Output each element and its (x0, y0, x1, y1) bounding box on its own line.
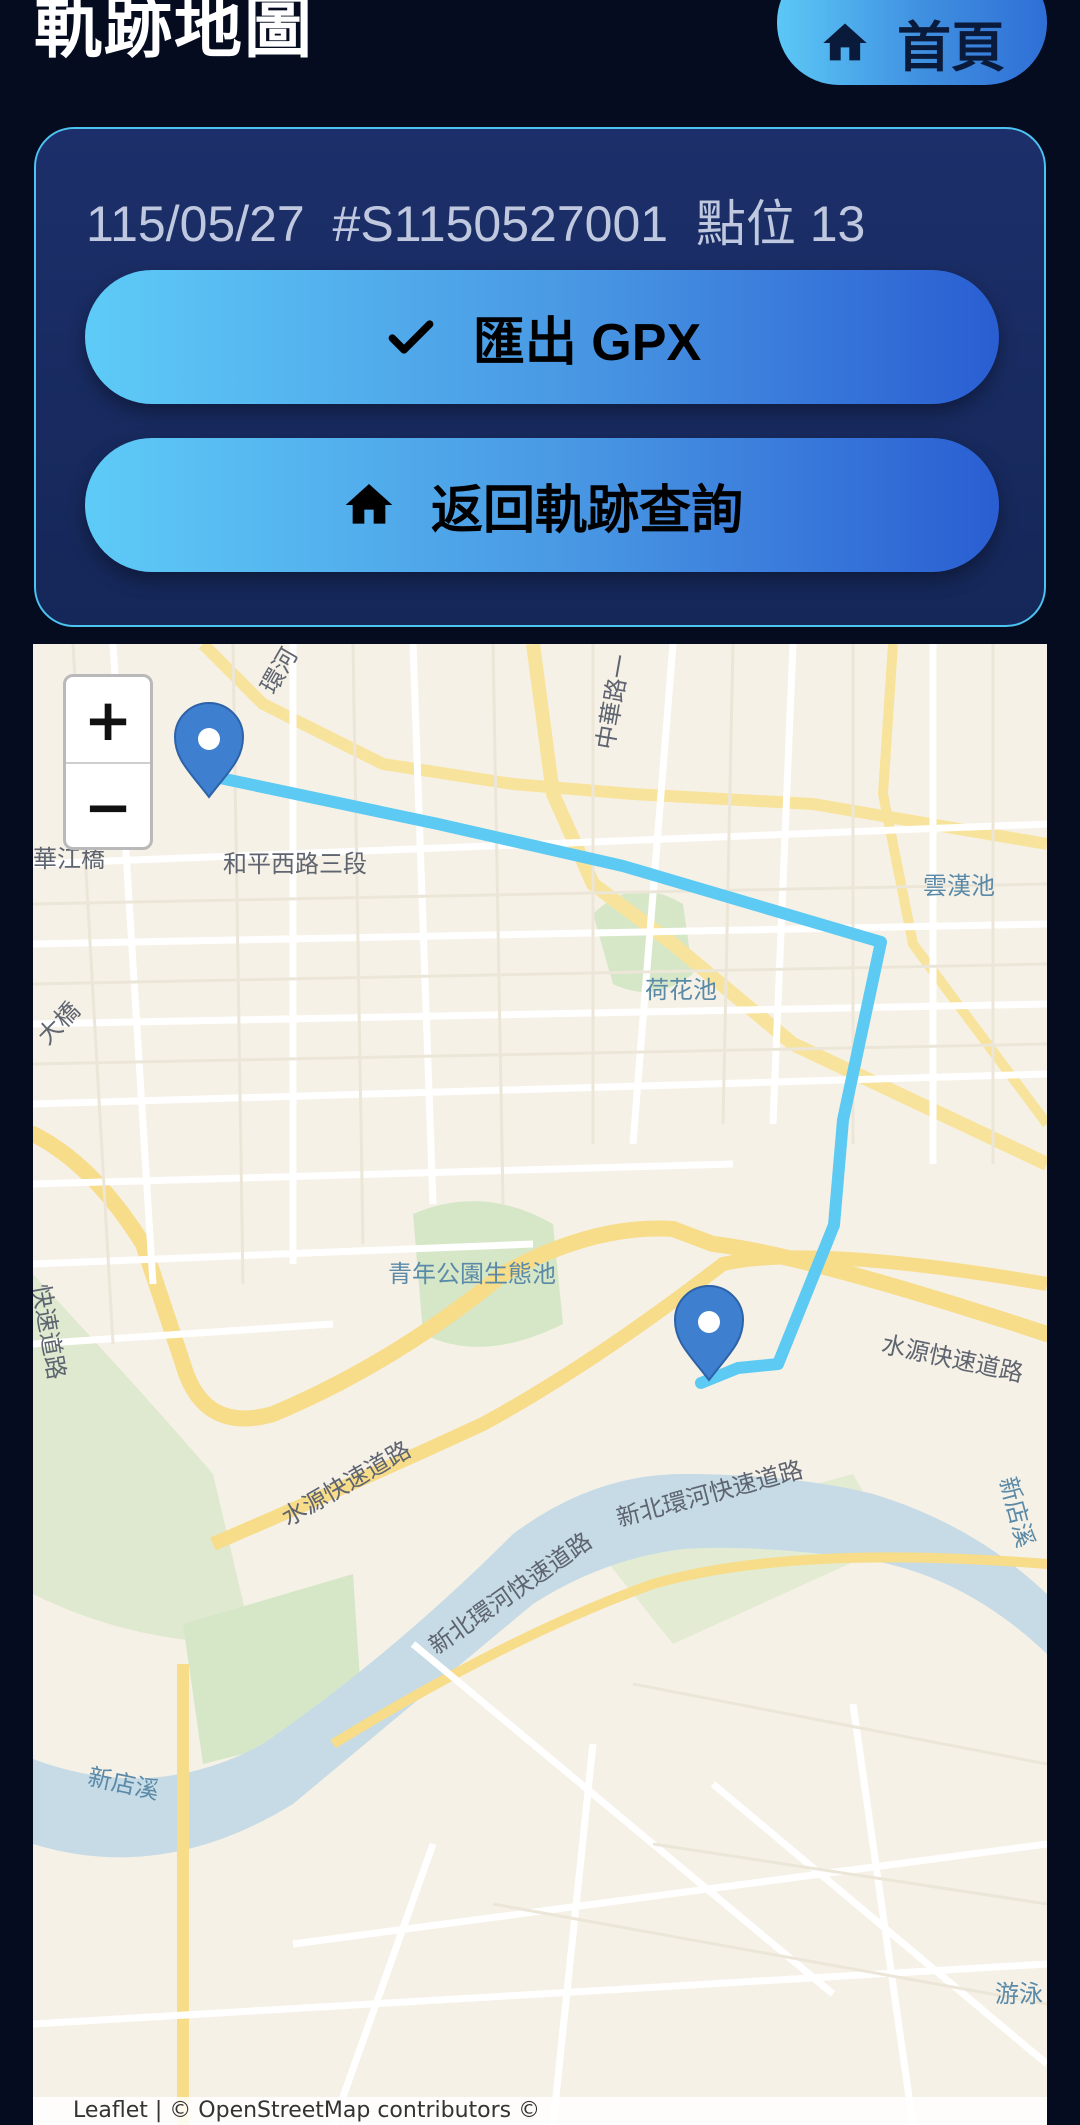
map-tiles (33, 644, 1047, 2125)
zoom-out-button[interactable]: − (66, 764, 150, 847)
page-title: 軌跡地圖 (34, 0, 315, 68)
check-icon (388, 320, 434, 354)
home-icon (823, 23, 867, 60)
map-label: 雲漢池 (923, 872, 995, 900)
header: 軌跡地圖 首頁 (0, 0, 1080, 100)
home-icon (345, 484, 393, 524)
home-button[interactable]: 首頁 (777, 0, 1047, 85)
back-label: 返回軌跡查詢 (430, 481, 743, 540)
back-to-track-query-button[interactable]: 返回軌跡查詢 (85, 438, 999, 572)
export-gpx-label: 匯出 GPX (472, 313, 702, 372)
map-view[interactable]: 環河 中華路一 和平西路三段 華江橋 雲漢池 荷花池 大橋 青年公園生態池 水源… (33, 644, 1047, 2125)
track-id: #S1150527001 (332, 196, 669, 252)
map-attribution: Leaflet | © OpenStreetMap contributors © (33, 2097, 1047, 2125)
point-count: 點位 13 (695, 196, 866, 252)
track-date: 115/05/27 (86, 196, 305, 252)
zoom-control: + − (63, 674, 153, 850)
zoom-in-button[interactable]: + (66, 677, 150, 764)
track-summary: 115/05/27 #S1150527001 點位 13 (86, 184, 865, 256)
map-label: 青年公園生態池 (388, 1260, 556, 1288)
home-button-label: 首頁 (897, 16, 1005, 79)
track-summary-card: 115/05/27 #S1150527001 點位 13 匯出 GPX 返回軌跡… (34, 127, 1046, 627)
map-label: 游泳 (995, 1980, 1043, 2008)
map-label: 荷花池 (645, 976, 717, 1004)
map-label: 和平西路三段 (223, 850, 367, 878)
export-gpx-button[interactable]: 匯出 GPX (85, 270, 999, 404)
